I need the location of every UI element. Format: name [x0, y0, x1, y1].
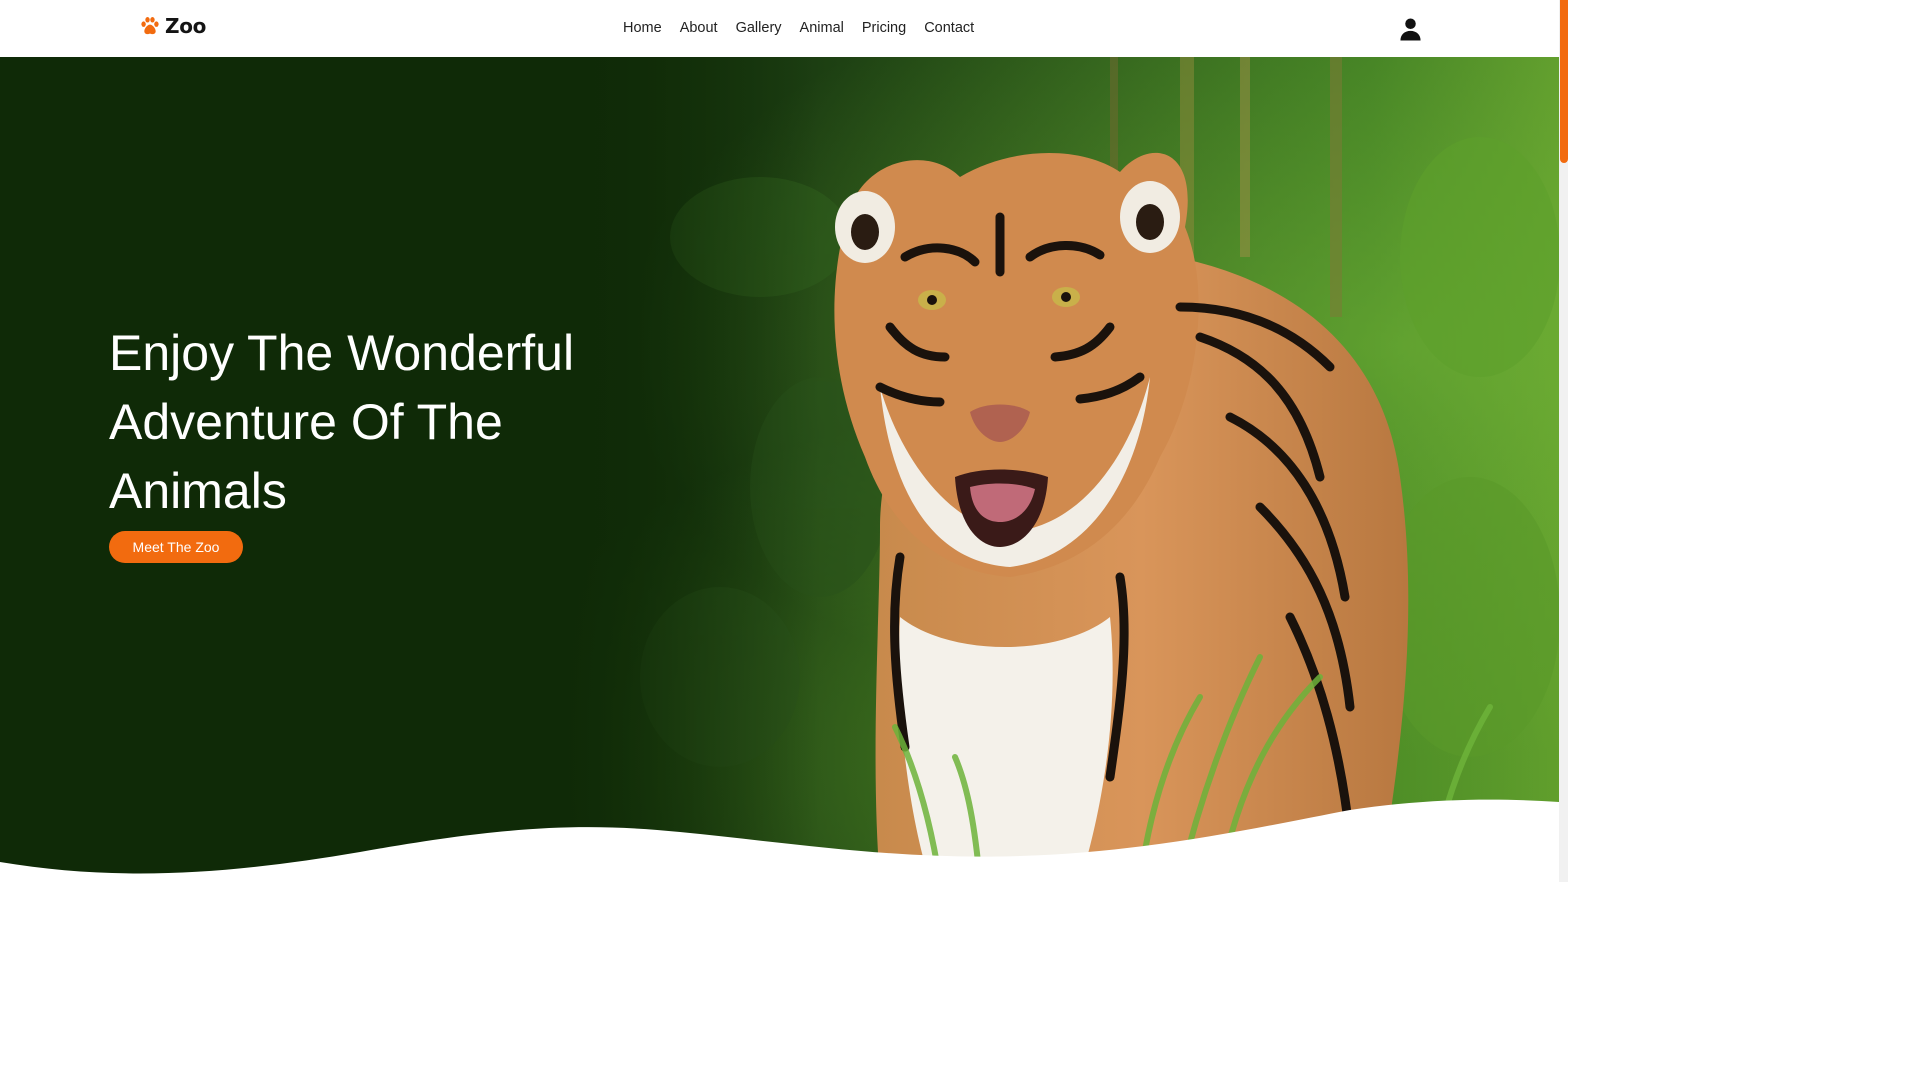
nav-link-home[interactable]: Home: [614, 18, 671, 38]
hero-title-line-3: Animals: [109, 463, 287, 519]
navbar: Zoo Home About Gallery Animal Pricing Co…: [0, 0, 1559, 57]
nav-list: Home About Gallery Animal Pricing Contac…: [614, 18, 983, 38]
brand-logo[interactable]: Zoo: [139, 14, 206, 38]
nav-item-pricing: Pricing: [853, 18, 915, 38]
nav-item-contact: Contact: [915, 18, 983, 38]
hero-title: Enjoy The Wonderful Adventure Of The Ani…: [109, 319, 629, 526]
nav-link-animal[interactable]: Animal: [791, 18, 853, 38]
hero-title-line-2: Adventure Of The: [109, 394, 503, 450]
user-icon: [1400, 18, 1421, 41]
nav-item-gallery: Gallery: [727, 18, 791, 38]
nav-item-animal: Animal: [791, 18, 853, 38]
page: Zoo Home About Gallery Animal Pricing Co…: [0, 0, 1568, 882]
nav-link-contact[interactable]: Contact: [915, 18, 983, 38]
hero-title-line-1: Enjoy The Wonderful: [109, 325, 575, 381]
scrollbar-thumb[interactable]: [1560, 0, 1568, 163]
nav-item-home: Home: [614, 18, 671, 38]
nav-link-gallery[interactable]: Gallery: [727, 18, 791, 38]
nav-link-about[interactable]: About: [671, 18, 727, 38]
paw-icon: [141, 17, 159, 35]
nav-link-pricing[interactable]: Pricing: [853, 18, 915, 38]
nav-item-about: About: [671, 18, 727, 38]
brand-name: Zoo: [165, 14, 207, 38]
wave-divider: [0, 799, 1559, 882]
user-account-button[interactable]: [1399, 17, 1422, 41]
meet-the-zoo-button[interactable]: Meet The Zoo: [109, 531, 243, 563]
hero-section: Enjoy The Wonderful Adventure Of The Ani…: [0, 57, 1559, 882]
